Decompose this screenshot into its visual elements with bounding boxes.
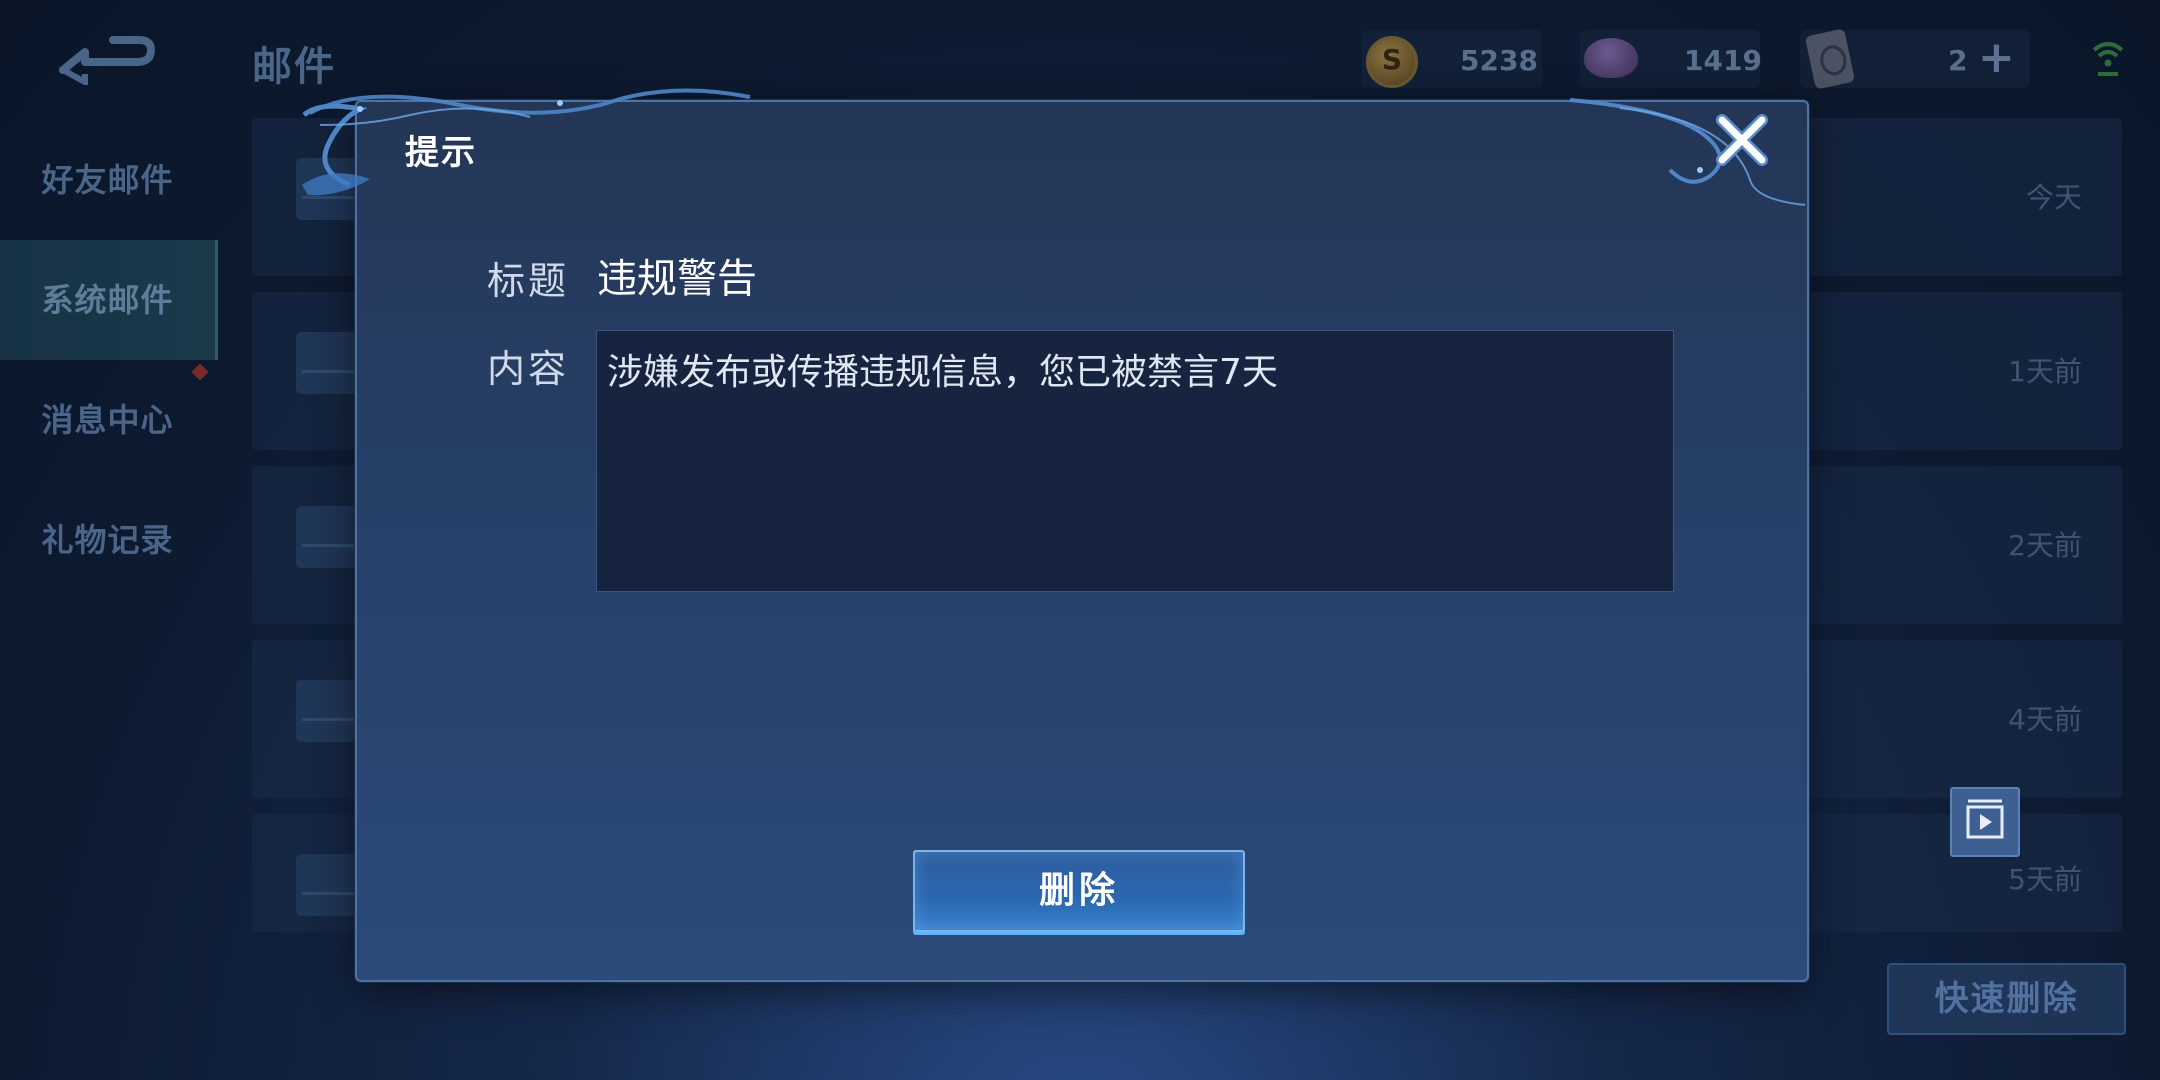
close-icon[interactable] <box>1712 110 1772 170</box>
mail-time: 1天前 <box>2008 355 2082 388</box>
sidebar-item-system-mail[interactable]: 系统邮件 <box>0 240 218 360</box>
subject-value: 违规警告 <box>597 256 757 302</box>
mail-time: 4天前 <box>2008 703 2082 736</box>
coin-icon: S <box>1366 36 1418 88</box>
dialog-title: 提示 <box>405 133 477 173</box>
mail-time: 2天前 <box>2008 529 2082 562</box>
gem-icon <box>1584 38 1638 78</box>
dialog-corner-ornament-right <box>1569 98 1806 206</box>
coin-count: 5238 <box>1460 44 1538 77</box>
content-text: 涉嫌发布或传播违规信息，您已被禁言7天 <box>607 352 1278 393</box>
back-arrow-icon[interactable] <box>55 30 160 85</box>
sidebar-item-message-center[interactable]: 消息中心 <box>0 360 215 480</box>
gem-count: 1419 <box>1684 44 1762 77</box>
subject-label: 标题 <box>487 259 570 303</box>
delete-button[interactable]: 删除 <box>913 850 1245 932</box>
dialog-corner-ornament <box>302 88 751 196</box>
mail-time: 5天前 <box>2008 863 2082 896</box>
wifi-signal-icon <box>2092 42 2124 76</box>
add-plus-icon[interactable]: + <box>1978 36 2015 80</box>
sidebar-item-friend-mail[interactable]: 好友邮件 <box>0 120 215 240</box>
content-label: 内容 <box>487 347 570 391</box>
content-textarea: 涉嫌发布或传播违规信息，您已被禁言7天 <box>596 330 1674 592</box>
quick-delete-button[interactable]: 快速删除 <box>1887 963 2126 1035</box>
video-play-button[interactable] <box>1950 787 2020 857</box>
card-count: 2 <box>1948 44 1968 77</box>
mail-time: 今天 <box>2025 181 2082 214</box>
sidebar-item-gift-records[interactable]: 礼物记录 <box>0 480 215 600</box>
play-icon <box>1966 799 2004 839</box>
page-title: 邮件 <box>252 44 336 90</box>
